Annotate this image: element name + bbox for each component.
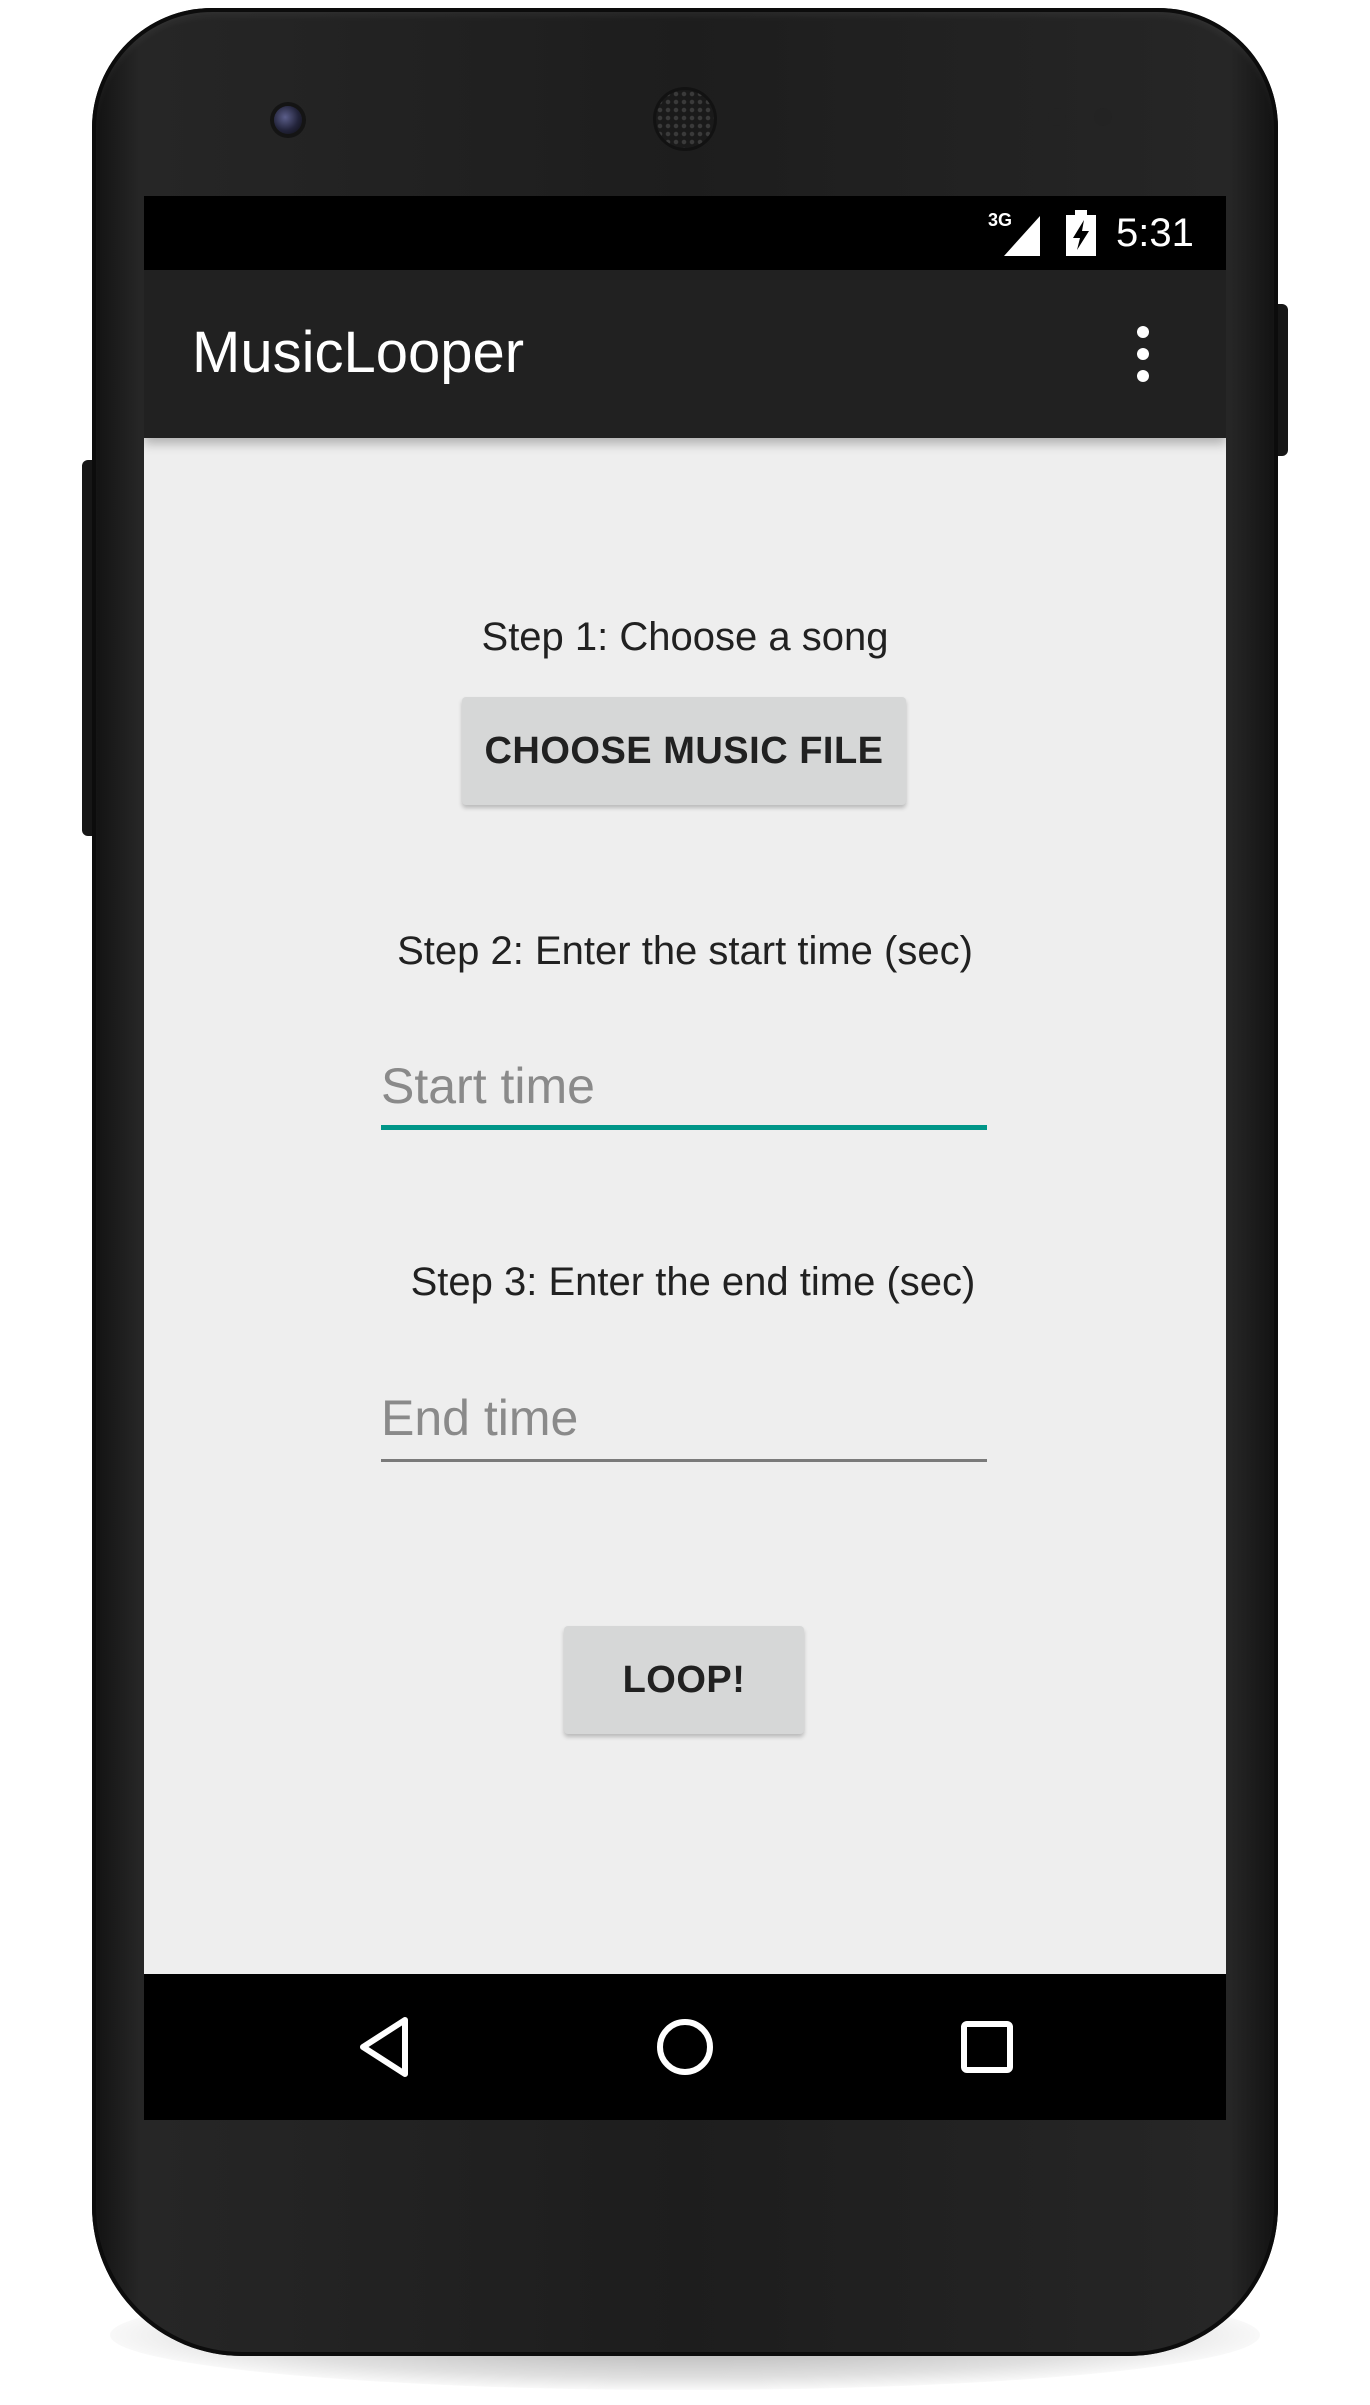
step1-label: Step 1: Choose a song xyxy=(481,615,889,659)
earpiece-speaker xyxy=(656,90,714,148)
end-time-field xyxy=(381,1382,987,1462)
step3-label: Step 3: Enter the end time (sec) xyxy=(410,1260,976,1304)
front-camera xyxy=(274,106,302,134)
signal-icon xyxy=(1004,216,1040,256)
light-sensor xyxy=(1094,108,1112,126)
status-time: 5:31 xyxy=(1116,211,1194,255)
end-time-underline xyxy=(381,1459,987,1462)
step2-label: Step 2: Enter the start time (sec) xyxy=(397,929,973,973)
home-icon[interactable] xyxy=(652,2014,718,2080)
battery-charging-icon xyxy=(1066,210,1096,256)
choose-music-file-button[interactable]: CHOOSE MUSIC FILE xyxy=(462,697,906,805)
status-bar: 3G 5:31 xyxy=(144,196,1226,270)
device-stage: 3G 5:31 MusicLooper Step 1: Choose a son… xyxy=(0,0,1370,2405)
start-time-underline xyxy=(381,1125,987,1130)
loop-button[interactable]: LOOP! xyxy=(564,1626,804,1734)
back-icon[interactable] xyxy=(351,2014,417,2080)
end-time-input[interactable] xyxy=(381,1382,987,1454)
app-title: MusicLooper xyxy=(192,320,525,385)
start-time-field xyxy=(381,1050,987,1130)
screen: 3G 5:31 MusicLooper Step 1: Choose a son… xyxy=(144,196,1226,2120)
app-bar: MusicLooper xyxy=(144,270,1226,438)
recents-icon[interactable] xyxy=(954,2014,1020,2080)
navigation-bar xyxy=(144,1974,1226,2120)
start-time-input[interactable] xyxy=(381,1050,987,1122)
more-vert-icon[interactable] xyxy=(1128,314,1158,394)
proximity-sensor xyxy=(1048,108,1066,126)
